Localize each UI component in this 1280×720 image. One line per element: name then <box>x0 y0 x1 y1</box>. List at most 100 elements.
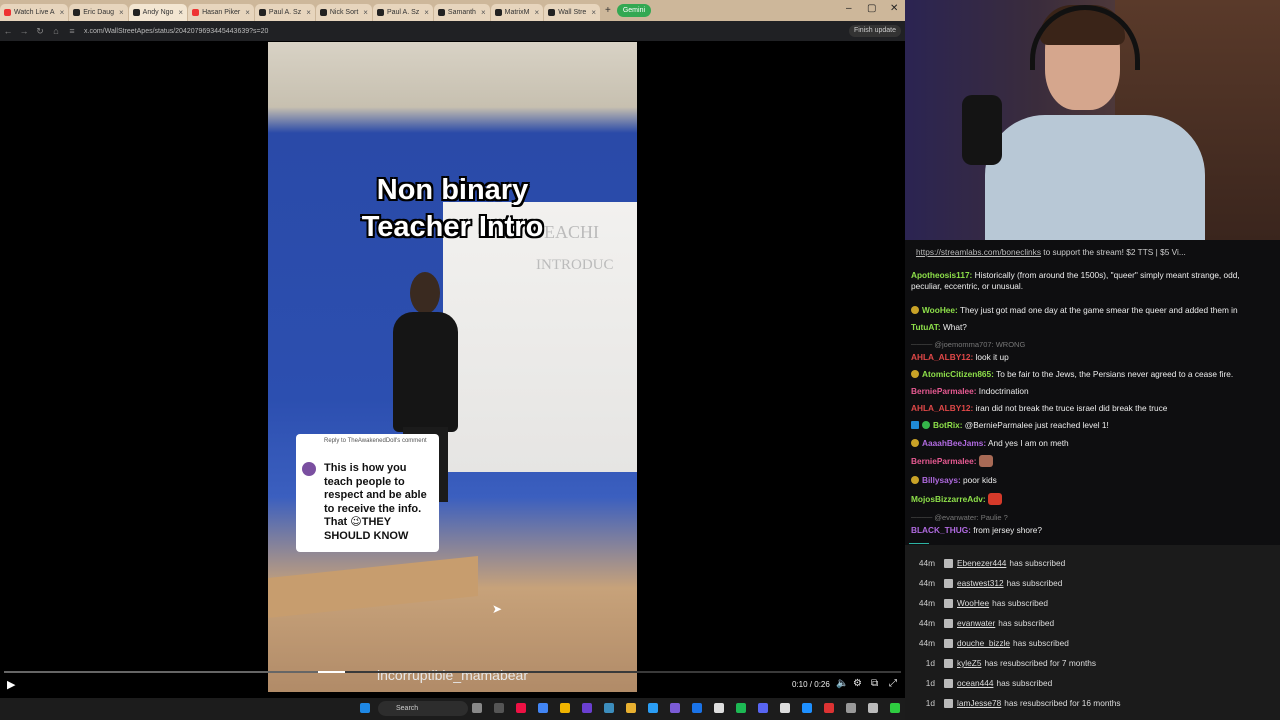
close-tab-icon[interactable]: × <box>424 8 429 17</box>
chat-panel: https://streamlabs.com/boneclinks to sup… <box>905 240 1280 545</box>
close-window-icon[interactable]: ✕ <box>890 3 898 14</box>
windows-start-icon[interactable] <box>360 703 370 713</box>
volume-icon[interactable]: 🔈 <box>836 678 848 689</box>
browser-tab[interactable]: Paul A. Sz × <box>372 3 433 21</box>
spotify-icon[interactable] <box>736 703 746 713</box>
sub-username[interactable]: ocean444 <box>957 678 993 688</box>
fullscreen-icon[interactable]: ⤢ <box>889 678 897 689</box>
chat-username[interactable]: MojosBizzarreAdv: <box>911 494 986 504</box>
gemini-button[interactable]: Gemini <box>616 4 652 17</box>
app-icon[interactable] <box>516 703 526 713</box>
task-view-icon[interactable] <box>472 703 482 713</box>
chat-username[interactable]: Billysays: <box>922 475 961 485</box>
sub-username[interactable]: kyleZ5 <box>957 658 981 668</box>
sub-username[interactable]: Ebenezer444 <box>957 558 1006 568</box>
close-tab-icon[interactable]: × <box>481 8 486 17</box>
kick-logo-icon <box>944 678 953 688</box>
close-tab-icon[interactable]: × <box>119 8 124 17</box>
x-logo-icon <box>548 8 556 16</box>
chat-message: Apotheosis117: Historically (from around… <box>911 270 1271 292</box>
browser-tab[interactable]: Andy Ngo × <box>128 3 188 21</box>
finish-update-button[interactable]: Finish update <box>848 25 901 37</box>
browser-tab[interactable]: Hasan Piker × <box>188 3 254 21</box>
sub-username[interactable]: WooHee <box>957 598 989 608</box>
chat-text: @BernieParmalee just reached level 1! <box>962 420 1109 430</box>
maximize-icon[interactable]: ▢ <box>867 3 876 14</box>
sub-event-row: 44m evanwater has subscribed <box>905 613 1280 633</box>
chrome-icon[interactable] <box>538 703 548 713</box>
taskbar: ⌕ Search <box>0 698 905 720</box>
settings-gear-icon[interactable]: ⚙ <box>853 678 862 689</box>
picture-in-picture-icon[interactable]: ⧉ <box>871 678 878 689</box>
close-tab-icon[interactable]: × <box>245 8 250 17</box>
video-progress-bar[interactable] <box>4 671 901 673</box>
sub-event-row: 1d kyleZ5 has resubscribed for 7 months <box>905 653 1280 673</box>
new-tab-icon[interactable]: + <box>605 5 611 16</box>
app-icon[interactable] <box>604 703 614 713</box>
minimize-icon[interactable]: – <box>846 3 852 14</box>
home-icon[interactable]: ⌂ <box>48 26 64 36</box>
app-icon[interactable] <box>802 703 812 713</box>
close-tab-icon[interactable]: × <box>535 8 540 17</box>
app-icon[interactable] <box>692 703 702 713</box>
browser-tab[interactable]: Nick Sort × <box>315 3 372 21</box>
chat-text: What? <box>940 322 967 332</box>
commenter-avatar <box>302 462 316 476</box>
sub-username[interactable]: lamJesse78 <box>957 698 1001 708</box>
chat-username[interactable]: BernieParmalee: <box>911 386 977 396</box>
back-icon[interactable]: ← <box>0 26 16 36</box>
app-icon[interactable] <box>868 703 878 713</box>
play-icon[interactable]: ▶ <box>7 678 15 691</box>
browser-tab[interactable]: Eric Daug × <box>69 3 128 21</box>
sub-username[interactable]: eastwest312 <box>957 578 1004 588</box>
browser-tab[interactable]: Samanth × <box>433 3 490 21</box>
sub-username[interactable]: douche_bizzle <box>957 638 1010 648</box>
browser-tab[interactable]: MatrixM × <box>490 3 544 21</box>
chat-username[interactable]: AHLA_ALBY12: <box>911 352 973 362</box>
chat-username[interactable]: BLACK_THUG: <box>911 525 971 535</box>
chat-username[interactable]: BotRix: <box>933 420 963 430</box>
app-icon[interactable] <box>582 703 592 713</box>
browser-tab[interactable]: Watch Live A × <box>0 3 69 21</box>
app-icon[interactable] <box>714 703 724 713</box>
video-player[interactable]: TEACHI INTRODUC Non binary Teacher Intro… <box>268 42 637 692</box>
chat-username[interactable]: WooHee: <box>922 305 958 315</box>
streamlabs-link[interactable]: https://streamlabs.com/boneclinks <box>916 247 1041 257</box>
mouse-cursor-icon: ➤ <box>492 602 503 616</box>
youtube-icon <box>4 8 11 16</box>
emote-icon <box>978 455 993 467</box>
close-tab-icon[interactable]: × <box>60 8 65 17</box>
close-tab-icon[interactable]: × <box>306 8 311 17</box>
app-icon[interactable] <box>560 703 570 713</box>
close-tab-icon[interactable]: × <box>591 8 596 17</box>
taskbar-search[interactable]: Search <box>378 701 468 716</box>
app-icon[interactable] <box>846 703 856 713</box>
app-icon[interactable] <box>494 703 504 713</box>
chat-username[interactable]: Apotheosis117: <box>911 270 972 280</box>
subscriber-badge-icon <box>911 439 919 447</box>
site-info-icon[interactable]: ≡ <box>64 26 80 36</box>
tab-label: Paul A. Sz <box>268 8 302 16</box>
folder-icon[interactable] <box>626 703 636 713</box>
app-icon[interactable] <box>670 703 680 713</box>
app-icon[interactable] <box>824 703 834 713</box>
sub-username[interactable]: evanwater <box>957 618 995 628</box>
reload-icon[interactable]: ↻ <box>32 26 48 37</box>
close-tab-icon[interactable]: × <box>178 8 183 17</box>
chat-username[interactable]: AtomicCitizen865: <box>922 369 994 379</box>
app-icon[interactable] <box>648 703 658 713</box>
browser-tab[interactable]: Wall Stre × <box>544 3 600 21</box>
browser-tab[interactable]: Paul A. Sz × <box>254 3 315 21</box>
chat-username[interactable]: BernieParmalee: <box>911 456 977 466</box>
chat-username[interactable]: AHLA_ALBY12: <box>911 403 973 413</box>
app-icon[interactable] <box>758 703 768 713</box>
chat-username[interactable]: TutuAT: <box>911 322 941 332</box>
sub-event-row: 1d lamJesse78 has resubscribed for 16 mont… <box>905 693 1280 713</box>
chat-username[interactable]: AaaahBeeJams: <box>922 438 986 448</box>
forward-icon[interactable]: → <box>16 26 32 36</box>
url-field[interactable]: x.com/WallStreetApes/status/204207969344… <box>84 28 268 35</box>
app-icon[interactable] <box>890 703 900 713</box>
close-tab-icon[interactable]: × <box>363 8 368 17</box>
kick-logo-icon <box>944 578 953 588</box>
app-icon[interactable] <box>780 703 790 713</box>
